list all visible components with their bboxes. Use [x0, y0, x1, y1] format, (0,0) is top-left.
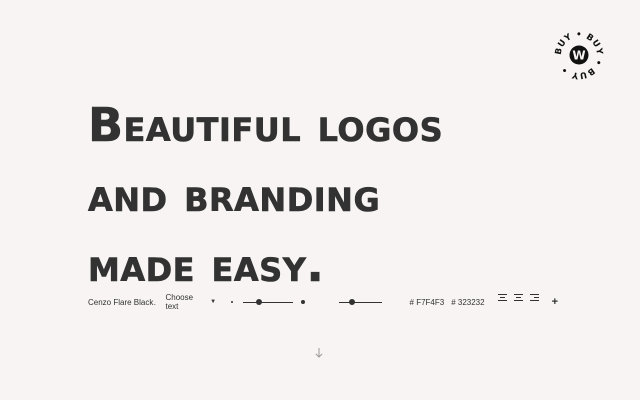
large-size-icon — [300, 300, 305, 304]
background-color-field[interactable]: # F7F4F3 — [410, 294, 445, 310]
buy-badge-graphic: BUY • BUY • BUY • W — [554, 30, 604, 80]
line-height-thumb[interactable] — [348, 299, 355, 305]
align-right-icon[interactable] — [529, 294, 539, 310]
font-selector[interactable]: Cenzo Flare Black… — [88, 294, 157, 310]
line-height-loose-icon — [389, 294, 398, 310]
font-size-thumb[interactable] — [256, 299, 263, 305]
text-color-field[interactable]: # 323232 — [451, 294, 484, 310]
arrow-down-icon[interactable] — [313, 346, 325, 360]
font-size-track — [243, 301, 293, 303]
line-height-tight-icon — [319, 294, 328, 310]
align-left-icon[interactable] — [497, 294, 507, 310]
align-center-icon[interactable] — [513, 294, 523, 310]
badge-letter: W — [572, 49, 585, 63]
headline-line-2: and branding — [88, 168, 381, 223]
line-height-slider[interactable] — [338, 294, 382, 310]
headline-line-3: made easy. — [88, 238, 325, 293]
font-size-slider[interactable] — [243, 294, 293, 310]
headline: Beautiful logos and branding made easy. — [88, 90, 558, 300]
line-height-track — [338, 301, 382, 303]
plus-icon[interactable]: + — [552, 294, 558, 310]
headline-line-1: Beautiful logos — [88, 98, 444, 153]
small-size-icon — [231, 301, 233, 303]
choose-text-dropdown[interactable]: Choose text ▼ — [165, 293, 217, 311]
type-toolbar: Cenzo Flare Black… Choose text ▼ # F7F4F… — [88, 293, 558, 311]
buy-badge[interactable]: BUY • BUY • BUY • W — [553, 29, 605, 81]
choose-text-label: Choose text — [165, 293, 194, 311]
caret-down-icon: ▼ — [210, 299, 217, 305]
arrow-down-graphic — [315, 348, 323, 358]
